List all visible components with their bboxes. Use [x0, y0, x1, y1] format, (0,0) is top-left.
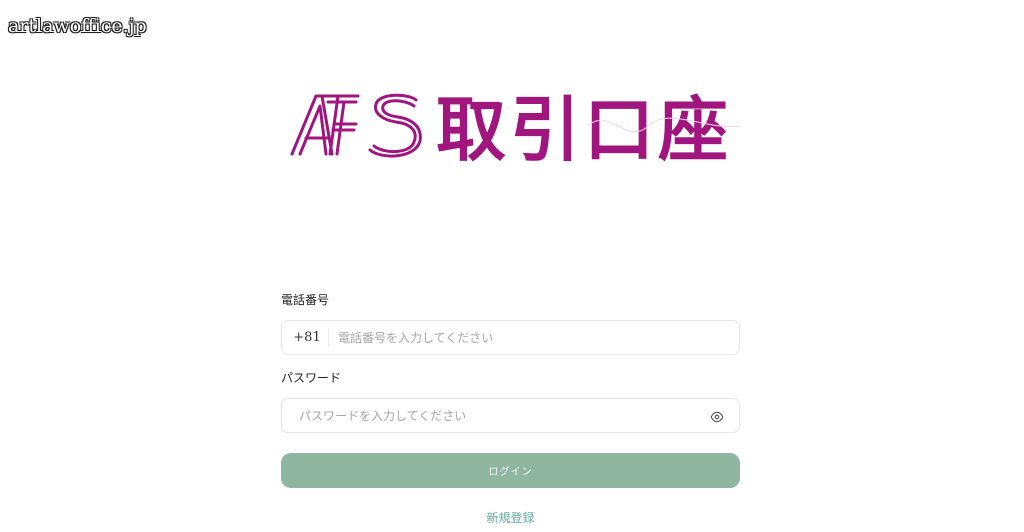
password-input-box	[281, 398, 740, 433]
password-input[interactable]	[282, 400, 710, 431]
afs-logo-graphic: 取引口座	[290, 89, 741, 166]
phone-label: 電話番号	[281, 293, 330, 307]
password-label: パスワード	[281, 371, 342, 385]
phone-input[interactable]	[329, 322, 739, 353]
eye-icon[interactable]	[710, 409, 724, 423]
login-button[interactable]: ログイン	[281, 453, 740, 488]
login-form: 電話番号 +81 パスワード ログイン 新規登録	[281, 292, 740, 526]
phone-input-box: +81	[281, 320, 740, 355]
register-link[interactable]: 新規登録	[281, 509, 740, 526]
site-watermark: artlawoffice.jp	[8, 15, 147, 37]
logo-text: 取引口座	[436, 89, 732, 166]
afs-logo: 取引口座	[288, 86, 748, 166]
login-page: artlawoffice.jp 取引口座 電話番号 +81 電話番号を入力してく…	[0, 0, 1024, 532]
country-code[interactable]: +81	[282, 328, 329, 347]
